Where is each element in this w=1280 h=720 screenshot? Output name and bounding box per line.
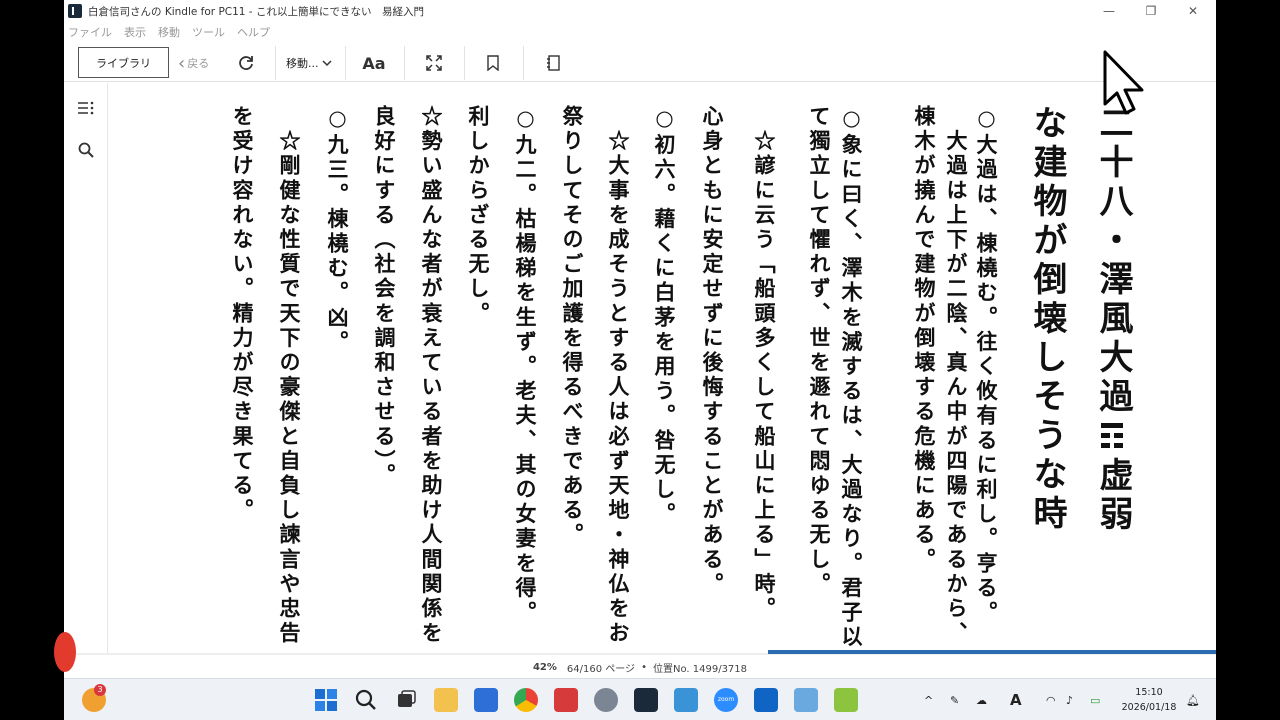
notepad-icon[interactable]: [794, 688, 818, 712]
app-red-icon[interactable]: [554, 688, 578, 712]
text-line: 良好にする（社会を調和させる）。: [372, 105, 397, 489]
toolbar-divider: [345, 46, 346, 80]
wifi-icon[interactable]: ◠: [1046, 679, 1056, 720]
notebook-icon[interactable]: [542, 50, 566, 76]
toolbar-divider: [523, 46, 524, 80]
volume-icon[interactable]: ♪: [1066, 679, 1073, 720]
toolbar-divider: [275, 46, 276, 80]
text-line: て獨立して懼れず、世を遯れて悶ゆる无し。: [807, 105, 832, 597]
store-icon[interactable]: [474, 688, 498, 712]
search-icon[interactable]: [74, 139, 98, 161]
hexagram-trigram-icon: [1101, 423, 1123, 453]
clock[interactable]: 15:10 2026/01/18: [1119, 685, 1179, 715]
notification-badge: 3: [94, 684, 106, 696]
zoom-icon[interactable]: zoom: [714, 688, 738, 712]
page-count: 64/160 ページ: [566, 663, 636, 675]
recording-indicator: [54, 632, 76, 672]
text-line: 心身ともに安定せずに後悔することがある。: [700, 105, 725, 597]
back-label: 戻る: [187, 57, 210, 70]
notification-bell-icon[interactable]: 🔔︎: [1186, 679, 1200, 720]
battery-icon[interactable]: ▭: [1090, 679, 1100, 720]
menu-view[interactable]: 表示: [124, 24, 146, 40]
toolbar-divider: [464, 46, 465, 80]
window-title: 白倉信司さんの Kindle for PC11 - これ以上簡単にできない 易経…: [88, 5, 424, 18]
chapter-heading: 二十八・澤風大過虚弱: [1093, 105, 1133, 535]
settings-gear-icon[interactable]: [594, 688, 618, 712]
mouse-pointer-icon: [1102, 50, 1152, 120]
progress-percent: 42%: [532, 661, 557, 673]
task-view-icon[interactable]: [394, 688, 418, 712]
text-line: ○大過は、棟橈む。往く攸有るに利し。亨る。: [974, 105, 999, 626]
text-line: 祭りしてそのご加護を得るべきである。: [560, 105, 585, 548]
pen-tray-icon[interactable]: ✎: [950, 679, 959, 720]
minimize-button[interactable]: —: [1088, 0, 1130, 22]
menu-go[interactable]: 移動: [158, 24, 180, 40]
file-explorer-icon[interactable]: [434, 688, 458, 712]
toolbar-divider: [404, 46, 405, 80]
menu-help[interactable]: ヘルプ: [237, 24, 270, 40]
reading-progress-bar: [768, 650, 1216, 654]
text-line: ○象に曰く、澤木を滅するは、大過なり。君子以: [839, 105, 864, 651]
text-line: ☆諺に云う「船頭多くして船山に上る」時。: [752, 105, 777, 622]
cloud-tray-icon[interactable]: ☁: [976, 679, 987, 720]
menu-file[interactable]: ファイル: [68, 24, 112, 40]
chapter-subheading: な建物が倒壊しそうな時: [1027, 105, 1067, 534]
table-of-contents-icon[interactable]: [74, 97, 98, 119]
search-taskbar-icon[interactable]: [354, 688, 378, 712]
text-line: を受け容れない。精力が尽き果てる。: [230, 105, 255, 524]
goto-label: 移動...: [286, 57, 319, 70]
maximize-button[interactable]: ❐: [1130, 0, 1172, 22]
text-line: ☆剛健な性質で天下の豪傑と自負し諫言や忠告: [277, 105, 302, 647]
library-button[interactable]: ライブラリ: [78, 47, 169, 78]
sync-icon[interactable]: [234, 50, 258, 76]
chrome-icon[interactable]: [514, 688, 538, 712]
kindle-window: 白倉信司さんの Kindle for PC11 - これ以上簡単にできない 易経…: [64, 0, 1216, 720]
location-number: 位置No. 1499/3718: [652, 663, 748, 675]
text-line: 大過は上下が二陰、真ん中が四陽であるから、: [944, 105, 969, 647]
clock-date: 2026/01/18: [1121, 702, 1177, 713]
kindle-app-icon: [68, 4, 82, 18]
menu-tools[interactable]: ツール: [192, 24, 225, 40]
taskbar: 3 zoom ^ ✎ ☁ A ◠ ♪ ▭ 15:10 2026/01/18 �: [64, 678, 1216, 720]
kindle-taskbar-icon[interactable]: [634, 688, 658, 712]
bookmark-icon[interactable]: [481, 50, 505, 76]
text-line: 棟木が撓んで建物が倒壊する危機にある。: [912, 105, 937, 573]
menu-bar: ファイル 表示 移動 ツール ヘルプ: [64, 22, 278, 42]
status-footer: 42% 64/160 ページ • 位置No. 1499/3718: [64, 656, 1216, 678]
close-button[interactable]: ✕: [1172, 0, 1214, 22]
font-settings-button[interactable]: Aa: [362, 50, 386, 76]
fullscreen-icon[interactable]: [422, 50, 446, 76]
notes-icon[interactable]: [834, 688, 858, 712]
toolbar: ライブラリ ‹ 戻る 移動... Aa: [64, 44, 1216, 82]
text-line: ○九三。棟橈む。凶。: [325, 105, 350, 355]
whiteboard-icon[interactable]: [674, 688, 698, 712]
title-bar: 白倉信司さんの Kindle for PC11 - これ以上簡単にできない 易経…: [64, 0, 1216, 22]
show-hidden-icons-icon[interactable]: ^: [924, 679, 933, 720]
text-line: ○九二。枯楊稊を生ず。老夫、其の女妻を得。: [513, 105, 538, 626]
chevron-down-icon: [321, 57, 332, 70]
text-line: ○初六。藉くに白茅を用う。咎无し。: [652, 105, 677, 528]
clock-time: 15:10: [1135, 687, 1163, 698]
back-button[interactable]: ‹ 戻る: [178, 50, 209, 76]
start-button[interactable]: [314, 688, 338, 712]
outlook-icon[interactable]: [754, 688, 778, 712]
reading-pane[interactable]: 二十八・澤風大過虚弱 な建物が倒壊しそうな時 ○大過は、棟橈む。往く攸有るに利し…: [109, 83, 1216, 655]
text-line: ☆勢い盛んな者が衰えている者を助け人間関係を: [419, 105, 444, 647]
chevron-left-icon: ‹: [178, 52, 186, 74]
text-line: 利しからざる无し。: [466, 105, 491, 327]
goto-dropdown[interactable]: 移動...: [286, 50, 332, 76]
left-rail: [64, 83, 108, 653]
text-line: ☆大事を成そうとする人は必ず天地・神仏をお: [606, 105, 631, 647]
input-method-icon[interactable]: A: [1010, 679, 1022, 720]
footer-separator: •: [641, 661, 647, 673]
